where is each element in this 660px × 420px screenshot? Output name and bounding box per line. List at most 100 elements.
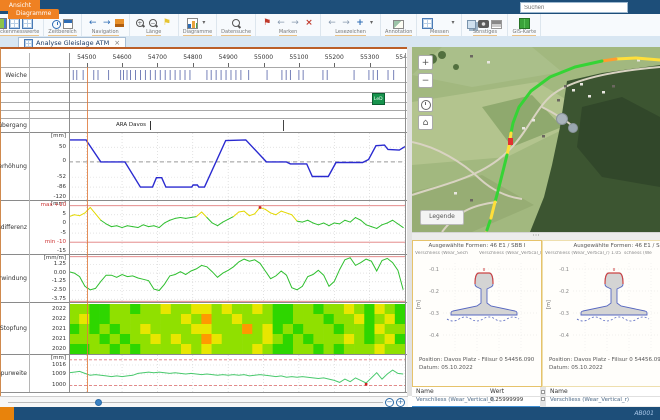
clock-icon[interactable] (52, 20, 61, 29)
track-geometry-chart-pane[interactable]: 5450054600547005480054900550005510055200… (0, 47, 408, 398)
chart-y-tick: 1016 (29, 362, 66, 368)
cell-name: Verschliess (Wear_Vertical_l) (416, 397, 494, 403)
chart-y-tick: -5 (29, 230, 66, 236)
print-icon[interactable] (491, 20, 502, 29)
close-tab-icon[interactable]: × (114, 39, 120, 47)
map-zoom-out-button[interactable]: − (418, 73, 433, 88)
previous-icon[interactable]: ← (275, 17, 287, 29)
next-icon[interactable]: → (101, 17, 113, 29)
search-icon[interactable] (231, 18, 242, 29)
slider-thumb[interactable] (95, 399, 102, 406)
slider-track[interactable] (8, 402, 383, 403)
map-history-button[interactable] (418, 97, 433, 112)
chart-y-tick: 0 (29, 220, 66, 226)
ribbon-group-datensuche: Datensuche (217, 14, 256, 36)
rail-profile-chart-right[interactable]: -0.1-0.2-0.3-0.4[m] (545, 259, 660, 355)
legend-button[interactable]: Legende (420, 210, 464, 225)
ribbon-group-label: Annotation (385, 29, 412, 36)
table-sel-icon[interactable] (435, 17, 447, 29)
dropdown-caret-icon[interactable]: ▾ (200, 17, 207, 29)
ribbon-group-label: Marken (279, 29, 297, 36)
delete-icon[interactable]: × (303, 17, 315, 29)
heatmap-row-label: 2022 (29, 316, 66, 322)
cal-icon[interactable] (63, 19, 73, 29)
rail-profile-drawing: -0.1-0.2-0.3-0.4[m] (545, 259, 660, 355)
flag-icon[interactable]: ⚑ (161, 17, 173, 29)
stamp-icon[interactable] (115, 19, 124, 27)
svg-text:-0.2: -0.2 (429, 289, 439, 295)
chart-row-stopfung: Stopfung20222022202120212020 (1, 302, 407, 354)
chart-plot-uberhohung[interactable] (69, 133, 405, 200)
svg-text:[m]: [m] (416, 300, 422, 309)
profile-panel-left[interactable]: Ausgewählte Formen: 46 E1 / SBB I Versch… (412, 240, 542, 387)
rail-profile-drawing: -0.1-0.2-0.3-0.4[m] (415, 259, 539, 355)
zoom-in-button[interactable]: + (396, 398, 405, 407)
splitter-button[interactable] (541, 397, 545, 401)
chart-y-tick: 1.25 (29, 261, 66, 267)
ribbon-group-länge: +−⚑Länge (130, 14, 179, 36)
previous-icon[interactable]: ← (87, 17, 99, 29)
table-row[interactable]: Verschliess (Wear_Vertical_l)0.25999999 (412, 396, 540, 407)
chart-plot-verwindung[interactable] (69, 255, 405, 302)
rail-profile-chart-left[interactable]: -0.1-0.2-0.3-0.4[m] (415, 259, 539, 355)
map-icon[interactable] (519, 18, 530, 29)
axis-tick-label: 54800 (179, 54, 207, 61)
map-view[interactable]: + − ⌂ Legende (412, 47, 660, 232)
map-zoom-in-button[interactable]: + (418, 55, 433, 70)
badge-marker[interactable]: LeD (372, 93, 385, 105)
zoom-in-icon[interactable]: + (135, 18, 146, 29)
chart-unit-label: [mm] (29, 133, 66, 139)
column-header-name[interactable]: Name (550, 388, 568, 395)
chart-y-tick: -52 (29, 174, 66, 180)
svg-text:-0.4: -0.4 (429, 333, 439, 339)
next-icon[interactable]: → (289, 17, 301, 29)
data-table: NameWertVerschliess (Wear_Vertical_l)0.2… (412, 387, 540, 407)
chart-y-tick: 5 (29, 211, 66, 217)
next-icon[interactable]: → (340, 17, 352, 29)
search-input[interactable] (520, 2, 628, 13)
table-icon[interactable] (422, 18, 433, 29)
marker-flag-icon[interactable]: ⚑ (261, 17, 273, 29)
status-text: AB001 (634, 410, 654, 417)
table-icon[interactable] (9, 18, 20, 29)
zoom-out-icon[interactable]: − (148, 18, 159, 29)
map-home-button[interactable]: ⌂ (418, 115, 433, 130)
series-label: Verschliess (Wear_Vertical_r) 1.05 (545, 251, 624, 258)
column-header-name[interactable]: Name (416, 388, 434, 395)
chart-y-tick: -3.75 (29, 296, 66, 302)
cell-wert: 0.25999999 (490, 397, 523, 403)
svg-text:-0.4: -0.4 (559, 333, 569, 339)
chart-plot-uberhohungsdifferenz[interactable] (69, 201, 405, 254)
column-header-wert[interactable]: Wert (490, 388, 504, 395)
chart-plot-spurweite[interactable] (69, 355, 405, 392)
chart-plot-stopfung[interactable] (69, 303, 405, 354)
layers-icon[interactable] (467, 20, 476, 29)
svg-text:[m]: [m] (546, 300, 552, 309)
previous-icon[interactable]: ← (326, 17, 338, 29)
cam-icon[interactable] (478, 20, 489, 28)
station-cursor-line[interactable] (87, 67, 88, 392)
band-row-bue: BahnübergangARA Davos (1, 118, 407, 132)
series-label: schliess (We (624, 251, 660, 258)
zoom-out-button[interactable]: − (385, 398, 394, 407)
gridc-icon[interactable] (0, 18, 7, 29)
table-row[interactable]: Verschliess (Wear_Vertical_r) (546, 396, 660, 407)
profile-datum: Datum: 05.10.2022 (549, 365, 603, 371)
dropdown-caret-icon[interactable]: ▾ (368, 17, 375, 29)
chart-icon[interactable] (187, 18, 198, 29)
img-icon[interactable] (393, 20, 404, 29)
dropdown-caret-icon[interactable]: ▾ (449, 17, 456, 29)
chart-y-tick: -120 (29, 194, 66, 200)
profile-panel-right[interactable]: Ausgewählte Formen: 46 E1 / SBB I Versch… (542, 240, 660, 387)
table-icon[interactable] (22, 18, 33, 29)
ribbon-group-navigation: ←→Navigation (82, 14, 130, 36)
profile-title: Ausgewählte Formen: 46 E1 / SBB I (543, 243, 660, 249)
splitter-button[interactable] (541, 390, 545, 394)
tab-diagramme[interactable]: Diagramme (8, 9, 59, 19)
band-row-label: Bahnübergang (0, 122, 27, 129)
data-table: NameWertVerschliess (Wear_Vertical_r) (546, 387, 660, 407)
plot-right-border (405, 53, 406, 392)
add-icon[interactable]: + (354, 17, 366, 29)
axis-tick-label: 54600 (108, 54, 136, 61)
chart-row-uberhohung: Überhöhung[mm]500-52-86-120 (1, 132, 407, 200)
